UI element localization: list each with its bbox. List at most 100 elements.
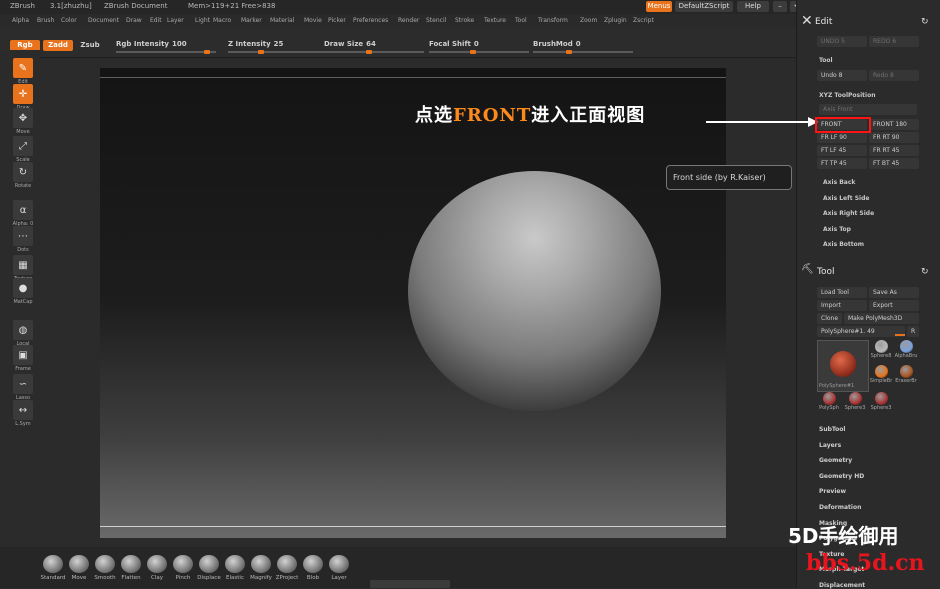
tool-thumb-5[interactable]: PolySph xyxy=(817,392,841,411)
slider-knob[interactable] xyxy=(258,50,264,54)
tool-alpha-0[interactable]: α Alpha: 0 xyxy=(12,200,34,227)
tool-matcap[interactable]: ● MatCap xyxy=(12,278,34,305)
clone-button[interactable]: Clone xyxy=(817,313,842,324)
section-geometry-hd[interactable]: Geometry HD xyxy=(819,473,864,480)
tool-thumb-1[interactable]: Sphere8 xyxy=(869,340,893,359)
save-as-button[interactable]: Save As xyxy=(869,287,919,298)
section-subtool[interactable]: SubTool xyxy=(819,426,845,433)
menu-tool[interactable]: Tool xyxy=(515,17,527,24)
section-layers[interactable]: Layers xyxy=(819,442,841,449)
import-button[interactable]: Import xyxy=(817,300,867,311)
menu-material[interactable]: Material xyxy=(270,17,294,24)
edit-tray-icon[interactable]: ✕ xyxy=(801,13,813,29)
tool-thumb-3[interactable]: SimpleBr xyxy=(869,365,893,384)
axis-top-button[interactable]: Axis Top xyxy=(823,226,851,233)
menu-macro[interactable]: Macro xyxy=(213,17,231,24)
axis-bottom-button[interactable]: Axis Bottom xyxy=(823,241,864,248)
tool-refresh-icon[interactable]: ↻ xyxy=(921,267,929,277)
menu-stroke[interactable]: Stroke xyxy=(455,17,474,24)
brush-flatten[interactable]: Flatten xyxy=(118,555,144,581)
tool-tray-icon[interactable]: ⛏ xyxy=(801,264,814,275)
tool-move[interactable]: ✥ Move xyxy=(12,108,34,135)
slider-knob[interactable] xyxy=(470,50,476,54)
brush-layer[interactable]: Layer xyxy=(326,555,352,581)
tool-l-sym[interactable]: ↔ L.Sym xyxy=(12,400,34,427)
r-button[interactable]: R xyxy=(907,326,919,337)
axis-left-side-button[interactable]: Axis Left Side xyxy=(823,195,869,202)
section-geometry[interactable]: Geometry xyxy=(819,457,852,464)
slider-4[interactable]: BrushMod 0 xyxy=(533,40,581,48)
menu-light[interactable]: Light xyxy=(195,17,210,24)
tool-thumb-4[interactable]: EraserBr xyxy=(894,365,918,384)
menu-layer[interactable]: Layer xyxy=(167,17,184,24)
tool-scale[interactable]: ⤢ Scale xyxy=(12,136,34,163)
view-ft-tp-45-button[interactable]: FT TP 45 xyxy=(817,158,867,169)
tool-thumb-7[interactable]: Sphere3 xyxy=(869,392,893,411)
menu-edit[interactable]: Edit xyxy=(150,17,162,24)
section-deformation[interactable]: Deformation xyxy=(819,504,861,511)
menu-brush[interactable]: Brush xyxy=(37,17,54,24)
tool-local[interactable]: ◍ Local xyxy=(12,320,34,347)
menu-transform[interactable]: Transform xyxy=(538,17,568,24)
tool-edit[interactable]: ✎ Edit xyxy=(12,58,34,85)
menu-marker[interactable]: Marker xyxy=(241,17,262,24)
export-button[interactable]: Export xyxy=(869,300,919,311)
undo-button[interactable]: UNDO 5 xyxy=(817,36,867,47)
menu-draw[interactable]: Draw xyxy=(126,17,142,24)
axis-back-button[interactable]: Axis Back xyxy=(823,179,855,186)
view-ft-lf-45-button[interactable]: FT LF 45 xyxy=(817,145,867,156)
make-polymesh-button[interactable]: Make PolyMesh3D xyxy=(844,313,919,324)
axis-right-side-button[interactable]: Axis Right Side xyxy=(823,210,874,217)
brush-standard[interactable]: Standard xyxy=(40,555,66,581)
undo8-button[interactable]: Undo 8 xyxy=(817,70,867,81)
minimize-icon[interactable]: – xyxy=(773,1,787,12)
redo-button[interactable]: REDO 6 xyxy=(869,36,919,47)
tool-lasso[interactable]: ∽ Lasso xyxy=(12,374,34,401)
menu-preferences[interactable]: Preferences xyxy=(353,17,388,24)
polysphere-mesh[interactable] xyxy=(408,171,661,411)
view-ft-bt-45-button[interactable]: FT BT 45 xyxy=(869,158,919,169)
brush-move[interactable]: Move xyxy=(66,555,92,581)
tool-thumb-2[interactable]: AlphaBru xyxy=(894,340,918,359)
polysphere-slider[interactable]: PolySphere#1. 49 xyxy=(817,326,905,337)
tool-thumb-6[interactable]: Sphere3 xyxy=(843,392,867,411)
menu-zscript[interactable]: Zscript xyxy=(633,17,654,24)
brush-clay[interactable]: Clay xyxy=(144,555,170,581)
redo8-button[interactable]: Redo 8 xyxy=(869,70,919,81)
collapse-handle[interactable] xyxy=(370,580,450,588)
menu-zoom[interactable]: Zoom xyxy=(580,17,597,24)
zadd-button[interactable]: Zadd xyxy=(43,40,73,51)
tool-rotate[interactable]: ↻ Rotate xyxy=(12,162,34,189)
brush-displace[interactable]: Displace xyxy=(196,555,222,581)
brush-smooth[interactable]: Smooth xyxy=(92,555,118,581)
brush-pinch[interactable]: Pinch xyxy=(170,555,196,581)
default-zscript-button[interactable]: DefaultZScript xyxy=(675,1,733,12)
view-fr-rt-90-button[interactable]: FR RT 90 xyxy=(869,132,919,143)
slider-knob[interactable] xyxy=(366,50,372,54)
tool-frame[interactable]: ▣ Frame xyxy=(12,345,34,372)
brush-zproject[interactable]: ZProject xyxy=(274,555,300,581)
menus-button[interactable]: Menus xyxy=(646,1,672,12)
slider-1[interactable]: Z Intensity 25 xyxy=(228,40,283,48)
slider-3[interactable]: Focal Shift 0 xyxy=(429,40,479,48)
load-tool-button[interactable]: Load Tool xyxy=(817,287,867,298)
section-preview[interactable]: Preview xyxy=(819,488,846,495)
slider-2[interactable]: Draw Size 64 xyxy=(324,40,376,48)
menu-texture[interactable]: Texture xyxy=(484,17,506,24)
tool-draw[interactable]: ✛Draw xyxy=(12,84,34,111)
slider-0[interactable]: Rgb Intensity 100 xyxy=(116,40,187,48)
tool-dots[interactable]: ⋯ Dots xyxy=(12,226,34,253)
axis-front-button[interactable]: Axis Front xyxy=(819,104,917,115)
view-fr-rt-45-button[interactable]: FR RT 45 xyxy=(869,145,919,156)
brush-magnify[interactable]: Magnify xyxy=(248,555,274,581)
menu-picker[interactable]: Picker xyxy=(328,17,346,24)
help-button[interactable]: Help xyxy=(737,1,769,12)
menu-render[interactable]: Render xyxy=(398,17,419,24)
view-front-180-button[interactable]: FRONT 180 xyxy=(869,119,919,130)
menu-alpha[interactable]: Alpha xyxy=(12,17,29,24)
menu-zplugin[interactable]: Zplugin xyxy=(604,17,627,24)
refresh-icon[interactable]: ↻ xyxy=(921,17,929,27)
brush-elastic[interactable]: Elastic xyxy=(222,555,248,581)
menu-movie[interactable]: Movie xyxy=(304,17,322,24)
brush-blob[interactable]: Blob xyxy=(300,555,326,581)
